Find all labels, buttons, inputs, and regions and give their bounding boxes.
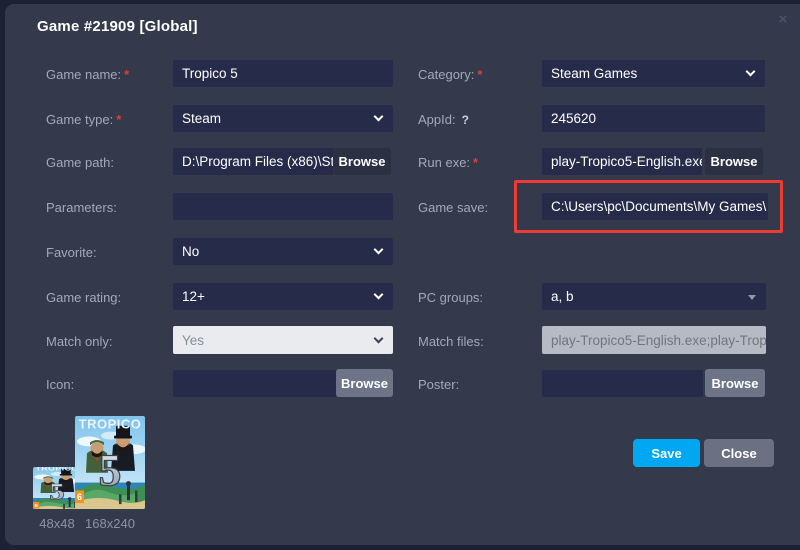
help-icon: ? bbox=[462, 113, 469, 127]
caret-down-icon bbox=[748, 295, 756, 300]
poster-label: Poster: bbox=[418, 377, 459, 392]
icon-browse-button[interactable]: Browse bbox=[336, 369, 393, 397]
game-path-input[interactable]: D:\Program Files (x86)\Stea bbox=[173, 148, 333, 175]
pc-groups-label: PC groups: bbox=[418, 290, 483, 305]
match-only-label: Match only: bbox=[46, 334, 112, 349]
poster-browse-button[interactable]: Browse bbox=[705, 369, 765, 397]
close-button[interactable]: Close bbox=[704, 439, 774, 467]
run-exe-browse-button[interactable]: Browse bbox=[705, 148, 763, 175]
game-rating-label: Game rating: bbox=[46, 290, 121, 305]
match-only-select-disabled: Yes bbox=[173, 326, 393, 354]
parameters-input[interactable] bbox=[173, 193, 393, 220]
game-name-input[interactable]: Tropico 5 bbox=[173, 60, 393, 87]
poster-input[interactable] bbox=[542, 370, 703, 397]
pc-groups-select[interactable]: a, b bbox=[542, 283, 766, 310]
game-path-label: Game path: bbox=[46, 155, 114, 170]
icon-label: Icon: bbox=[46, 377, 74, 392]
game-poster-thumbnail bbox=[75, 416, 145, 509]
game-save-label: Game save: bbox=[418, 200, 488, 215]
game-save-input[interactable]: C:\Users\pc\Documents\My Games\ bbox=[542, 193, 768, 220]
game-type-label: Game type:* bbox=[46, 112, 121, 127]
chevron-down-icon bbox=[374, 245, 384, 255]
appid-input[interactable]: 245620 bbox=[542, 105, 765, 132]
category-select[interactable]: Steam Games bbox=[542, 60, 765, 87]
game-path-browse-button[interactable]: Browse bbox=[333, 148, 391, 175]
appid-label: AppId:? bbox=[418, 112, 469, 127]
game-rating-select[interactable]: 12+ bbox=[173, 283, 393, 310]
chevron-down-icon bbox=[374, 112, 384, 122]
chevron-down-icon bbox=[746, 67, 756, 77]
favorite-select[interactable]: No bbox=[173, 238, 393, 265]
category-label: Category:* bbox=[418, 67, 482, 82]
run-exe-label: Run exe:* bbox=[418, 155, 478, 170]
game-type-select[interactable]: Steam bbox=[173, 105, 393, 132]
match-files-label: Match files: bbox=[418, 334, 484, 349]
game-name-label: Game name:* bbox=[46, 67, 129, 82]
icon-input[interactable] bbox=[173, 370, 336, 397]
chevron-down-icon bbox=[374, 334, 384, 344]
parameters-label: Parameters: bbox=[46, 200, 117, 215]
game-edit-modal: Game #21909 [Global] × Game name:* Tropi… bbox=[5, 4, 800, 545]
chevron-down-icon bbox=[374, 290, 384, 300]
game-icon-thumbnail bbox=[33, 467, 81, 509]
poster-size-label: 168x240 bbox=[71, 516, 149, 531]
run-exe-input[interactable]: play-Tropico5-English.exe bbox=[542, 148, 702, 175]
modal-title: Game #21909 [Global] bbox=[37, 18, 198, 35]
save-button[interactable]: Save bbox=[633, 439, 700, 467]
match-files-input-disabled: play-Tropico5-English.exe;play-Tropic bbox=[542, 326, 766, 354]
favorite-label: Favorite: bbox=[46, 245, 97, 260]
close-icon[interactable]: × bbox=[773, 10, 793, 30]
